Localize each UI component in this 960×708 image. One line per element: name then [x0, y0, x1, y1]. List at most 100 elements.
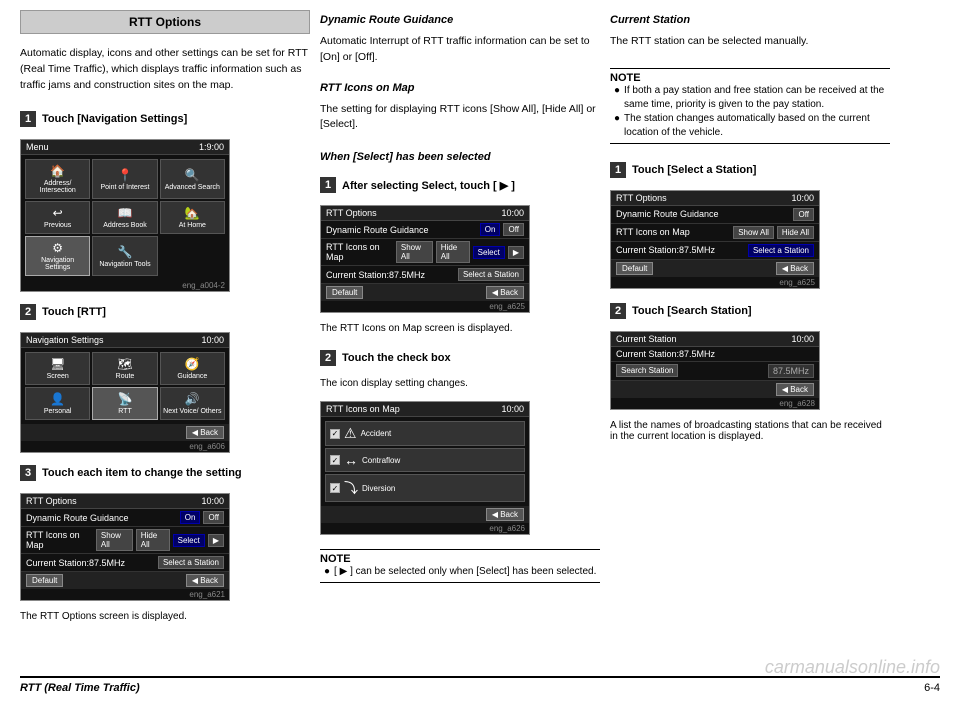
nav-item-address[interactable]: 🏠 Address/ Intersection [25, 159, 90, 199]
nav-item-poi[interactable]: 📍 Point of Interest [92, 159, 157, 199]
rtt-select-station-col1[interactable]: Select a Station [158, 556, 224, 569]
rtt-dynamic-btns-col3: Off [793, 208, 814, 221]
rtt-default-btn-col1[interactable]: Default [26, 574, 63, 587]
rtt-map-items: ✓ ⚠ Accident ✓ ↔ Contraflow ✓ ⤵ Diversio… [321, 417, 529, 506]
step1-num: 1 [20, 111, 36, 127]
rtt-map-header: RTT Icons on Map 10:00 [321, 402, 529, 417]
nav-menu-screen: Menu 1:9:00 🏠 Address/ Intersection 📍 Po… [20, 139, 230, 292]
settings-route[interactable]: 🗺 Route [92, 352, 157, 385]
contraflow-checkbox[interactable]: ✓ [330, 455, 340, 465]
rtt-back-btn-col1[interactable]: ◀ Back [186, 574, 224, 587]
col2-note: NOTE ● [ ▶ ] can be selected only when [… [320, 549, 600, 583]
nav-item-previous[interactable]: ↩ Previous [25, 201, 90, 234]
diversion-checkbox[interactable]: ✓ [330, 483, 340, 493]
search-station-btn[interactable]: Search Station [616, 364, 678, 377]
rtt-screen-header-col2: RTT Options 10:00 [321, 206, 529, 221]
nav-item-addressbook[interactable]: 📖 Address Book [92, 201, 157, 234]
voice-icon: 🔊 [185, 392, 200, 406]
guidance-icon: 🧭 [185, 357, 200, 371]
col3-step2-label: Touch [Search Station] [632, 305, 752, 317]
nav-item-tools[interactable]: 🔧 Navigation Tools [92, 236, 157, 276]
rtt-dynamic-btns-col1: On Off [180, 511, 224, 524]
eng-label-2: eng_a606 [21, 441, 229, 452]
screen-icon: 🖥 [50, 357, 65, 371]
rtt-back-btn-col2[interactable]: ◀ Back [486, 286, 524, 299]
navsettings-icon: ⚙ [52, 241, 63, 255]
nav-settings-screen: Navigation Settings 10:00 🖥 Screen 🗺 Rou… [20, 332, 230, 453]
col2-step2-label: Touch the check box [342, 352, 451, 364]
rtt-on-btn-col1[interactable]: On [180, 511, 201, 524]
current-station-header: Current Station 10:00 [611, 332, 819, 347]
accident-checkbox[interactable]: ✓ [330, 429, 340, 439]
rtt-row-dynamic-col2: Dynamic Route Guidance On Off [321, 221, 529, 239]
column-3: Current Station The RTT station can be s… [610, 10, 890, 670]
section-title: RTT Options [20, 10, 310, 34]
current-station-search-row: Search Station 87.5MHz [611, 362, 819, 381]
nav-screen-grid: 🏠 Address/ Intersection 📍 Point of Inter… [21, 155, 229, 280]
settings-back-btn[interactable]: ◀ Back [186, 426, 224, 439]
col3-step1-label: Touch [Select a Station] [632, 164, 756, 176]
rtt-select-station-col2[interactable]: Select a Station [458, 268, 524, 281]
nav-item-home[interactable]: 🏡 At Home [160, 201, 225, 234]
rtt-screen-header-col1: RTT Options 10:00 [21, 494, 229, 509]
accident-label: Accident [361, 429, 392, 438]
page-container: RTT Options Automatic display, icons and… [0, 0, 960, 708]
col2-step1-header: 1 After selecting Select, touch [ ▶ ] [320, 177, 600, 193]
rtt-default-btn-col3[interactable]: Default [616, 262, 653, 275]
col1-caption: The RTT Options screen is displayed. [20, 611, 310, 622]
text-current: The RTT station can be selected manually… [610, 34, 890, 50]
rtt-select-station-col3[interactable]: Select a Station [748, 244, 814, 257]
rtt-dynamic-label-col1: Dynamic Route Guidance [26, 513, 129, 523]
col2-caption1: The RTT Icons on Map screen is displayed… [320, 323, 600, 334]
eng-label-6: eng_a625 [611, 277, 819, 288]
settings-screen-time: 10:00 [201, 335, 224, 345]
rtt-hideall-btn-col1[interactable]: Hide All [136, 529, 170, 551]
nav-item-advanced[interactable]: 🔍 Advanced Search [160, 159, 225, 199]
nav-item-navsettings[interactable]: ⚙ Navigation Settings [25, 236, 90, 276]
personal-icon: 👤 [50, 392, 65, 406]
diversion-icon: ⤵ [344, 478, 358, 498]
step3-header: 3 Touch each item to change the setting [20, 465, 310, 481]
rtt-select-btn-col1[interactable]: Select [173, 534, 205, 547]
rtt-showall-btn-col2[interactable]: Show All [396, 241, 433, 263]
rtt-map-back-btn[interactable]: ◀ Back [486, 508, 524, 521]
rtt-off-btn-col2[interactable]: Off [503, 223, 524, 236]
rtt-arrow-btn-col1[interactable]: ▶ [208, 534, 224, 547]
rtt-icons-btns-col3: Show All Hide All [733, 226, 814, 239]
col3-step1-header: 1 Touch [Select a Station] [610, 162, 890, 178]
current-station-row1: Current Station:87.5MHz [611, 347, 819, 362]
settings-nextvoice[interactable]: 🔊 Next Voice/ Others [160, 387, 225, 420]
rtt-screen-time-col1: 10:00 [201, 496, 224, 506]
current-station-back-btn[interactable]: ◀ Back [776, 383, 814, 396]
rtt-map-diversion: ✓ ⤵ Diversion [325, 474, 525, 502]
settings-guidance[interactable]: 🧭 Guidance [160, 352, 225, 385]
footer-right-text: 6-4 [924, 682, 940, 694]
col2-note-title: NOTE [320, 553, 351, 565]
rtt-showall-btn-col1[interactable]: Show All [96, 529, 133, 551]
rtt-dynamic-label-col2: Dynamic Route Guidance [326, 225, 429, 235]
diversion-label: Diversion [362, 484, 395, 493]
rtt-select-btn-col2[interactable]: Select [473, 246, 505, 259]
rtt-dynamic-label-col3: Dynamic Route Guidance [616, 209, 719, 219]
rtt-hideall-btn-col3[interactable]: Hide All [777, 226, 814, 239]
rtt-icon: 📡 [118, 392, 133, 406]
rtt-showall-btn-col3[interactable]: Show All [733, 226, 774, 239]
step2-header: 2 Touch [RTT] [20, 304, 310, 320]
book-icon: 📖 [118, 206, 133, 220]
rtt-off-btn-col1[interactable]: Off [203, 511, 224, 524]
heading-dynamic: Dynamic Route Guidance [320, 14, 600, 26]
nav-screen-header: Menu 1:9:00 [21, 140, 229, 155]
rtt-on-btn-col2[interactable]: On [480, 223, 501, 236]
step3-num: 3 [20, 465, 36, 481]
step1-label: Touch [Navigation Settings] [42, 113, 187, 125]
rtt-back-btn-col3[interactable]: ◀ Back [776, 262, 814, 275]
settings-personal[interactable]: 👤 Personal [25, 387, 90, 420]
rtt-arrow-col2[interactable]: ▶ [508, 246, 524, 259]
rtt-hideall-btn-col2[interactable]: Hide All [436, 241, 470, 263]
rtt-row-station-col2: Current Station:87.5MHz Select a Station [321, 266, 529, 284]
settings-screen[interactable]: 🖥 Screen [25, 352, 90, 385]
rtt-off-btn-col3[interactable]: Off [793, 208, 814, 221]
rtt-default-btn-col2[interactable]: Default [326, 286, 363, 299]
rtt-dynamic-btns-col2: On Off [480, 223, 524, 236]
settings-rtt[interactable]: 📡 RTT [92, 387, 157, 420]
